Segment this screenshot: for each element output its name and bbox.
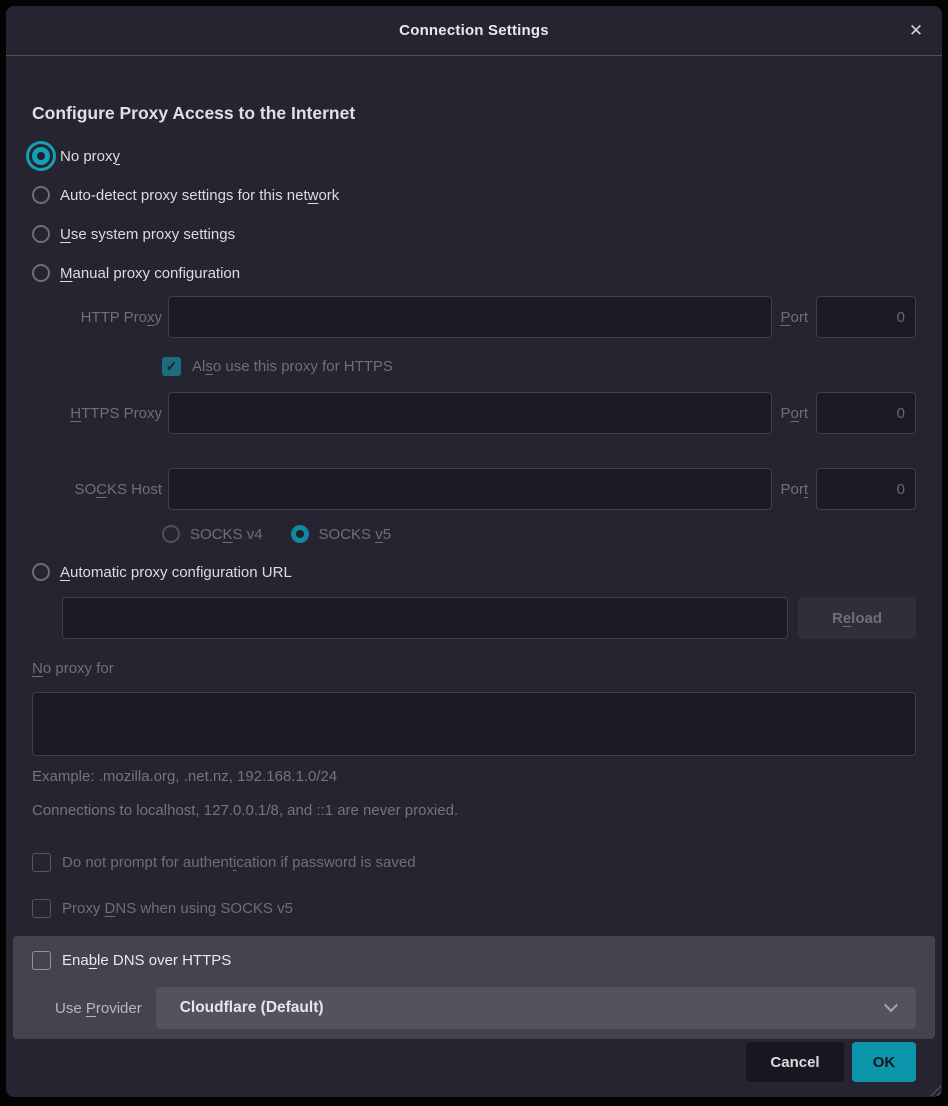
radio-no-proxy-label: No proxy — [60, 148, 120, 165]
no-prompt-auth-checkbox[interactable] — [32, 853, 51, 872]
dialog-title: Connection Settings — [399, 22, 549, 39]
auto-url-row: Reload — [62, 597, 916, 639]
socks-port-label: Port — [780, 481, 808, 498]
proxy-dns-checkbox[interactable] — [32, 899, 51, 918]
no-proxy-for-label: No proxy for — [32, 660, 916, 682]
no-prompt-auth-row: Do not prompt for authentication if pass… — [32, 848, 916, 876]
radio-row-auto-detect: Auto-detect proxy settings for this netw… — [32, 181, 916, 209]
radio-row-manual-proxy: Manual proxy configuration — [32, 259, 916, 287]
footer: Cancel OK — [32, 1042, 916, 1082]
radio-row-auto-url: Automatic proxy configuration URL — [32, 558, 916, 586]
http-port-input[interactable] — [816, 296, 916, 338]
socks-v5-label: SOCKS v5 — [319, 526, 392, 543]
cancel-button[interactable]: Cancel — [746, 1042, 844, 1082]
http-proxy-input[interactable] — [168, 296, 772, 338]
socks-host-row: SOCKS Host Port — [32, 468, 916, 510]
proxy-dns-row: Proxy DNS when using SOCKS v5 — [32, 894, 916, 922]
enable-doh-checkbox[interactable] — [32, 951, 51, 970]
reload-button[interactable]: Reload — [798, 597, 916, 639]
socks-host-label: SOCKS Host — [32, 481, 162, 498]
radio-manual-proxy[interactable] — [32, 264, 50, 282]
radio-auto-detect-label: Auto-detect proxy settings for this netw… — [60, 187, 339, 204]
enable-doh-row: Enable DNS over HTTPS — [32, 946, 916, 974]
radio-row-system-proxy: Use system proxy settings — [32, 220, 916, 248]
radio-auto-url[interactable] — [32, 563, 50, 581]
socks-port-input[interactable] — [816, 468, 916, 510]
radio-auto-url-label: Automatic proxy configuration URL — [60, 564, 292, 581]
dialog-body: Configure Proxy Access to the Internet N… — [6, 56, 942, 1097]
close-button[interactable]: ✕ — [903, 18, 929, 44]
also-https-checkbox[interactable]: ✓ — [162, 357, 181, 376]
chevron-down-icon — [884, 998, 898, 1012]
socks-host-input[interactable] — [168, 468, 772, 510]
https-proxy-label: HTTPS Proxy — [32, 405, 162, 422]
close-icon: ✕ — [909, 22, 923, 39]
https-port-input[interactable] — [816, 392, 916, 434]
connection-settings-dialog: Connection Settings ✕ Configure Proxy Ac… — [6, 6, 942, 1097]
no-prompt-auth-label: Do not prompt for authentication if pass… — [62, 854, 416, 871]
doh-provider-label: Use Provider — [55, 1000, 142, 1017]
radio-socks-v5[interactable] — [291, 525, 309, 543]
also-https-label: Also use this proxy for HTTPS — [192, 358, 393, 375]
radio-socks-v4[interactable] — [162, 525, 180, 543]
http-proxy-row: HTTP Proxy Port — [32, 296, 916, 338]
dialog-titlebar: Connection Settings ✕ — [6, 6, 942, 56]
radio-system-proxy-label: Use system proxy settings — [60, 226, 235, 243]
https-proxy-row: HTTPS Proxy Port — [32, 392, 916, 434]
auto-url-input[interactable] — [62, 597, 788, 639]
radio-auto-detect[interactable] — [32, 186, 50, 204]
socks-v4-label: SOCKS v4 — [190, 526, 263, 543]
https-port-label: Port — [780, 405, 808, 422]
radio-system-proxy[interactable] — [32, 225, 50, 243]
ok-button[interactable]: OK — [852, 1042, 916, 1082]
no-proxy-for-textarea[interactable] — [32, 692, 916, 756]
page-title: Configure Proxy Access to the Internet — [32, 101, 916, 125]
radio-no-proxy[interactable] — [32, 147, 50, 165]
https-proxy-input[interactable] — [168, 392, 772, 434]
no-proxy-note: Connections to localhost, 127.0.0.1/8, a… — [32, 802, 916, 822]
http-proxy-label: HTTP Proxy — [32, 309, 162, 326]
enable-doh-label: Enable DNS over HTTPS — [62, 952, 231, 969]
radio-row-no-proxy: No proxy — [32, 142, 916, 170]
check-icon: ✓ — [166, 358, 178, 375]
also-https-row: ✓ Also use this proxy for HTTPS — [162, 352, 916, 380]
no-proxy-example: Example: .mozilla.org, .net.nz, 192.168.… — [32, 768, 916, 788]
http-port-label: Port — [780, 309, 808, 326]
radio-manual-proxy-label: Manual proxy configuration — [60, 265, 240, 282]
socks-version-row: SOCKS v4 SOCKS v5 — [162, 520, 916, 548]
doh-provider-row: Use Provider Cloudflare (Default) — [55, 987, 916, 1029]
doh-provider-value: Cloudflare (Default) — [180, 999, 324, 1017]
doh-provider-dropdown[interactable]: Cloudflare (Default) — [156, 987, 916, 1029]
doh-section: Enable DNS over HTTPS Use Provider Cloud… — [13, 936, 935, 1039]
proxy-dns-label: Proxy DNS when using SOCKS v5 — [62, 900, 293, 917]
